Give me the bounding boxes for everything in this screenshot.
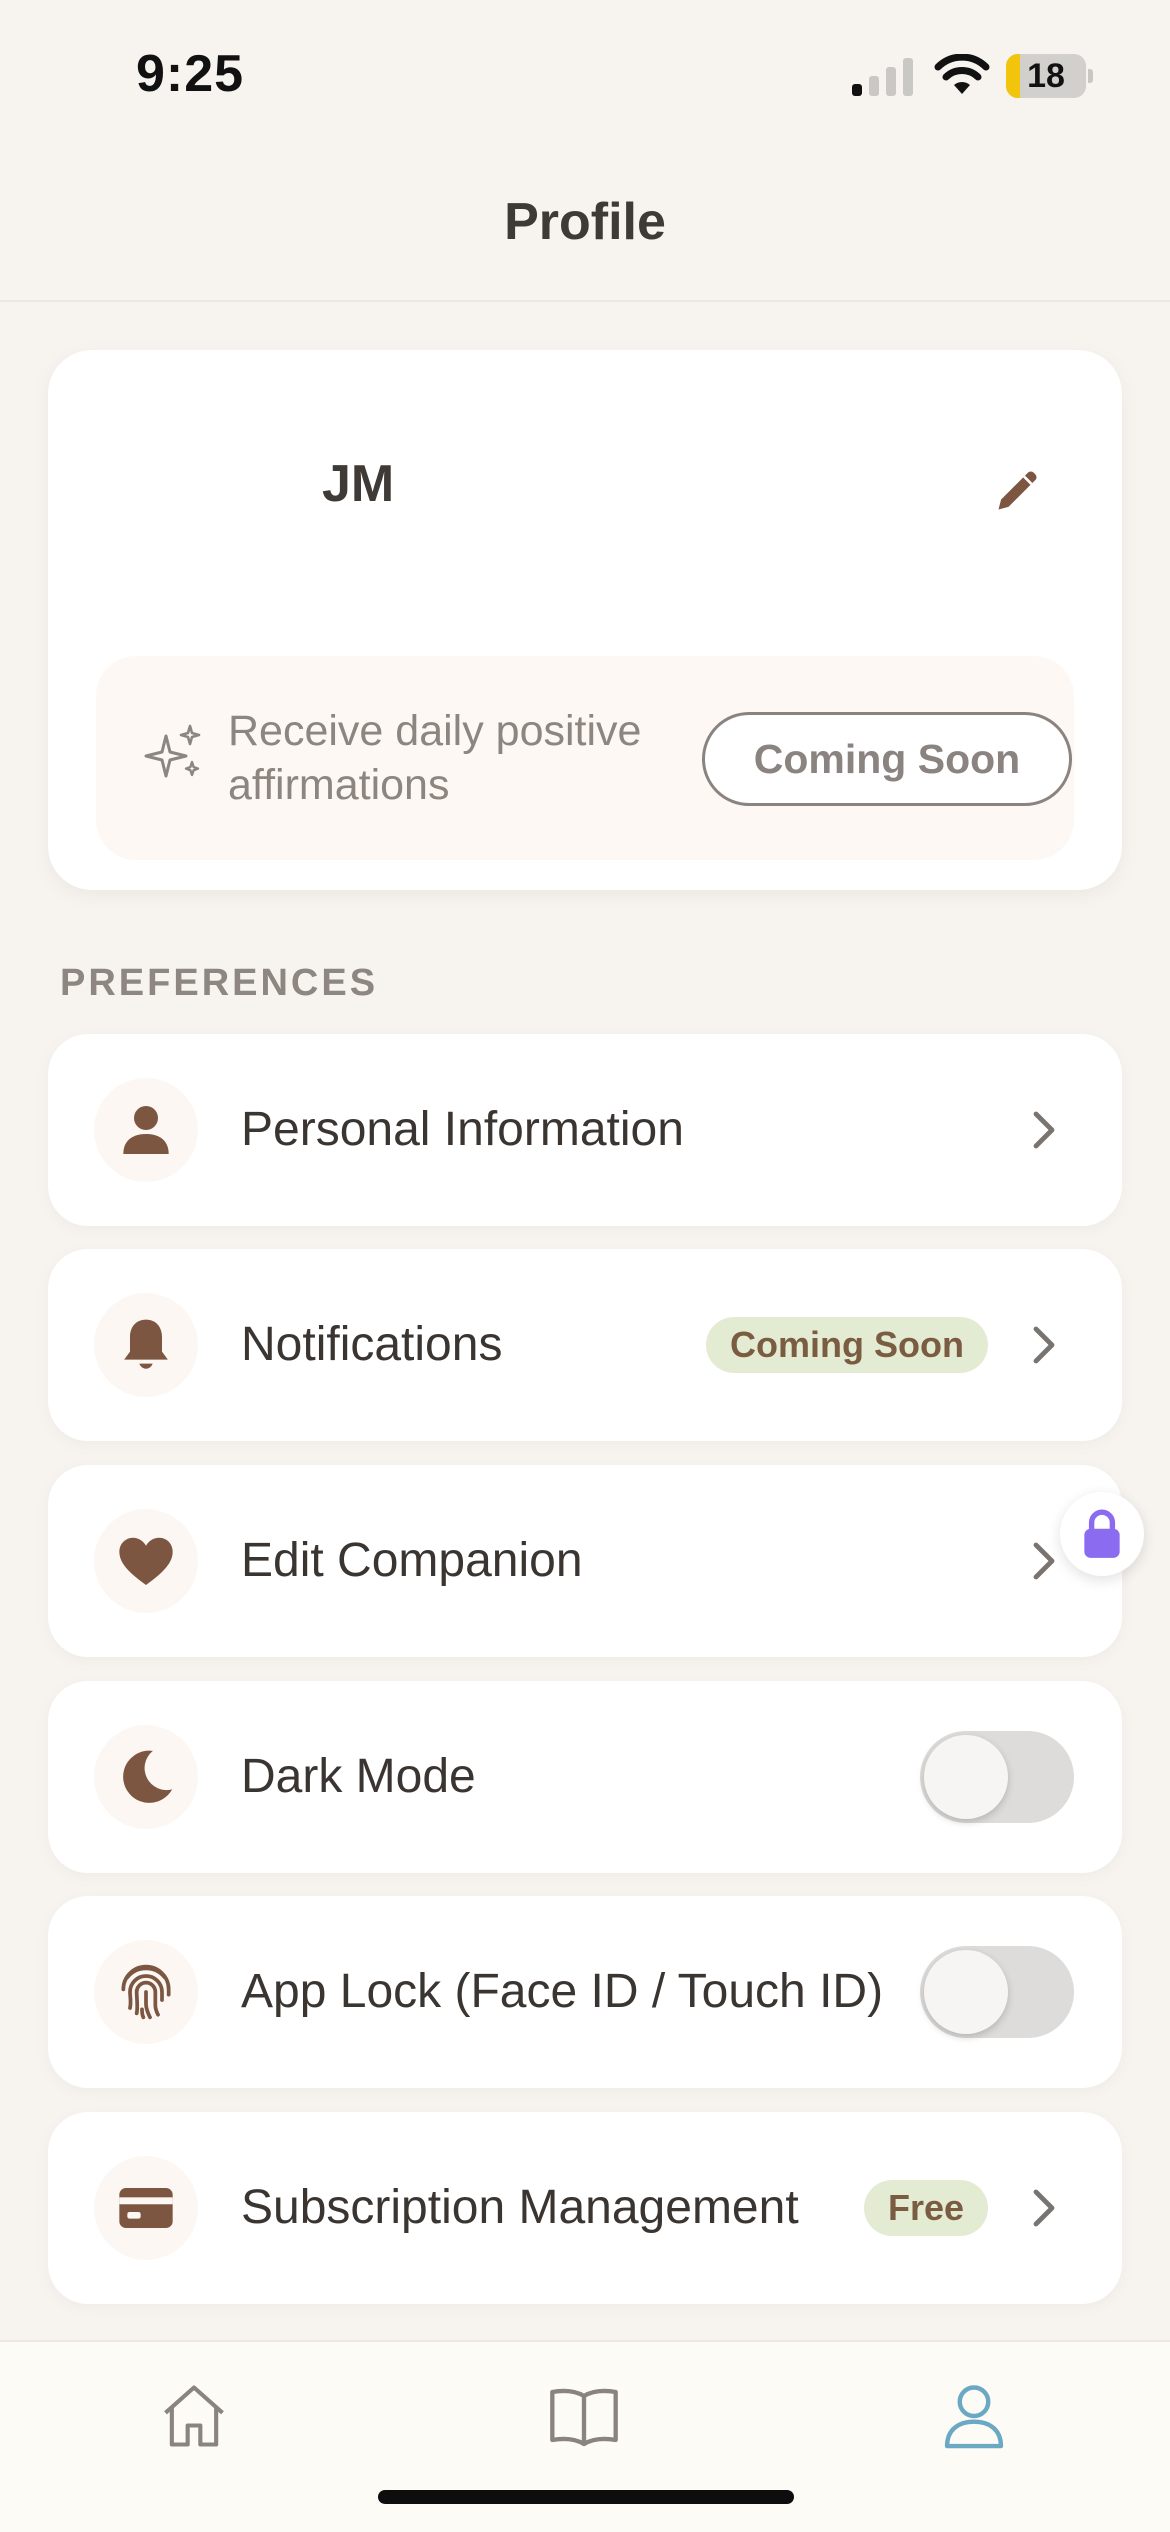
coming-soon-badge: Coming Soon bbox=[706, 1317, 988, 1373]
tab-home[interactable] bbox=[144, 2366, 244, 2466]
home-icon bbox=[164, 2385, 224, 2447]
preferences-section-label: PREFERENCES bbox=[60, 962, 379, 1004]
floating-lock-button[interactable] bbox=[1060, 1492, 1144, 1576]
battery-level-text: 18 bbox=[1027, 57, 1065, 95]
preferences-item-dark-mode: Dark Mode bbox=[48, 1681, 1122, 1873]
preferences-item-subscription-management[interactable]: Subscription Management Free bbox=[48, 2112, 1122, 2304]
profile-icon bbox=[944, 2385, 1004, 2449]
profile-card: JM Receive daily positive affirmations C… bbox=[48, 350, 1122, 890]
profile-screen: 9:25 18 Profile JM Receive daily positiv… bbox=[0, 0, 1170, 2532]
app-lock-toggle[interactable] bbox=[920, 1946, 1074, 2038]
status-time: 9:25 bbox=[136, 45, 245, 103]
home-indicator bbox=[378, 2490, 794, 2504]
preferences-item-app-lock: App Lock (Face ID / Touch ID) bbox=[48, 1896, 1122, 2088]
lock-icon bbox=[1084, 1509, 1120, 1558]
pencil-icon bbox=[998, 471, 1037, 510]
preferences-item-label: Subscription Management bbox=[241, 2181, 799, 2234]
affirmations-banner: Receive daily positive affirmations Comi… bbox=[96, 656, 1074, 860]
edit-profile-button[interactable] bbox=[986, 458, 1050, 522]
preferences-item-label: Personal Information bbox=[241, 1103, 684, 1156]
user-initials: JM bbox=[322, 455, 395, 513]
wifi-icon bbox=[934, 54, 990, 94]
preferences-item-label: App Lock (Face ID / Touch ID) bbox=[241, 1965, 884, 2018]
bell-icon bbox=[124, 1319, 168, 1369]
dark-mode-toggle[interactable] bbox=[920, 1731, 1074, 1823]
person-icon bbox=[123, 1106, 169, 1154]
credit-card-icon bbox=[119, 2188, 173, 2228]
preferences-item-label: Dark Mode bbox=[241, 1750, 476, 1803]
page-header: Profile bbox=[0, 150, 1170, 302]
heart-icon bbox=[119, 1537, 173, 1585]
status-bar: 9:25 18 bbox=[0, 0, 1170, 150]
preferences-item-edit-companion[interactable]: Edit Companion bbox=[48, 1465, 1122, 1657]
affirmations-coming-soon-button[interactable]: Coming Soon bbox=[702, 712, 1072, 806]
battery-indicator: 18 bbox=[1006, 54, 1093, 98]
plan-badge: Free bbox=[864, 2180, 988, 2236]
cellular-signal-icon bbox=[852, 58, 913, 96]
chevron-right-icon bbox=[1033, 2189, 1055, 2227]
preferences-item-notifications[interactable]: Notifications Coming Soon bbox=[48, 1249, 1122, 1441]
affirmations-text: Receive daily positive affirmations bbox=[228, 707, 642, 809]
preferences-item-label: Edit Companion bbox=[241, 1534, 583, 1587]
tab-journal[interactable] bbox=[534, 2366, 634, 2466]
sparkles-icon bbox=[144, 724, 201, 778]
book-icon bbox=[550, 2388, 618, 2447]
moon-icon bbox=[123, 1750, 173, 1803]
chevron-right-icon bbox=[1033, 1326, 1055, 1364]
toggle-knob bbox=[924, 1735, 1008, 1819]
fingerprint-icon bbox=[121, 1964, 171, 2020]
page-title: Profile bbox=[504, 193, 666, 251]
preferences-item-personal-information[interactable]: Personal Information bbox=[48, 1034, 1122, 1226]
toggle-knob bbox=[924, 1950, 1008, 2034]
preferences-item-label: Notifications bbox=[241, 1318, 503, 1371]
chevron-right-icon bbox=[1033, 1111, 1055, 1149]
tab-profile[interactable] bbox=[924, 2366, 1024, 2466]
